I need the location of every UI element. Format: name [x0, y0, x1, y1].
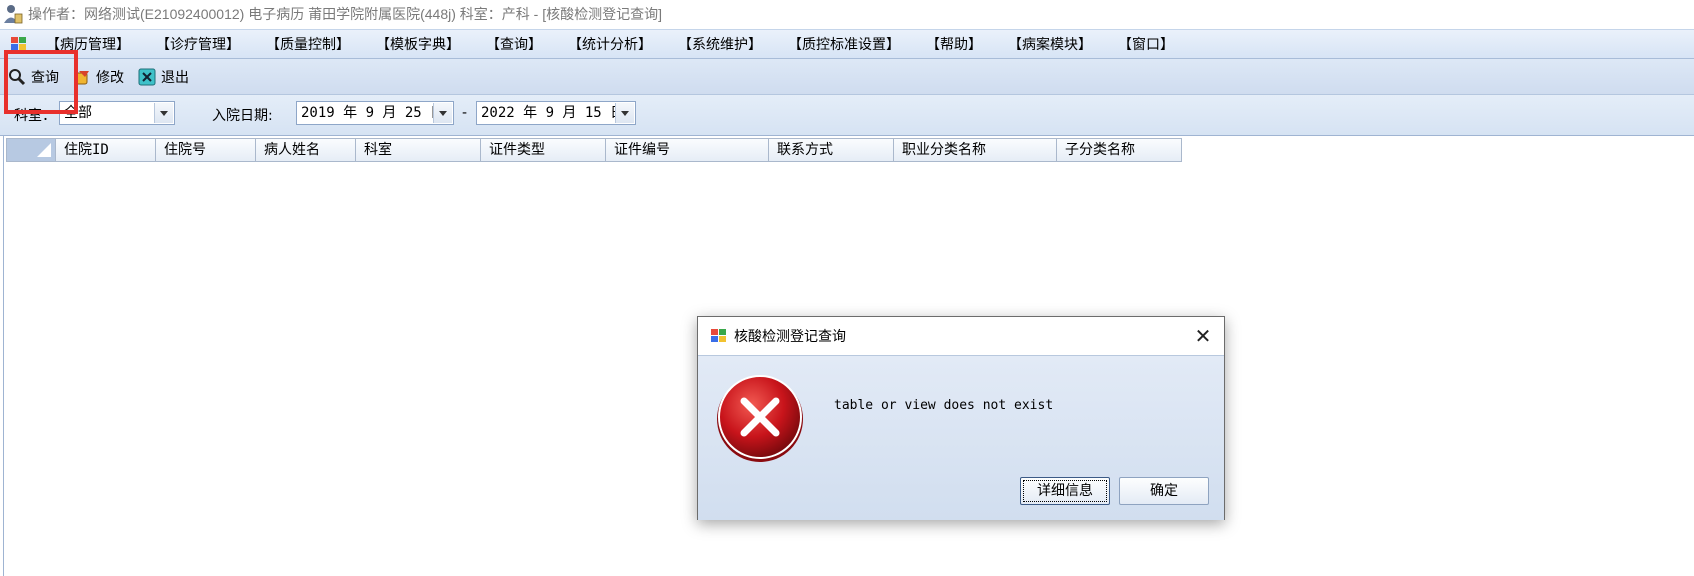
- department-value: 全部: [64, 105, 92, 121]
- column-header[interactable]: 病人姓名: [256, 138, 356, 162]
- error-message: table or view does not exist: [834, 398, 1054, 413]
- menu-diagnosis[interactable]: 【诊疗管理】: [144, 34, 254, 54]
- magnifier-icon: [8, 68, 26, 86]
- menu-query[interactable]: 【查询】: [474, 34, 556, 54]
- windows-logo-icon[interactable]: [10, 35, 28, 53]
- menu-medical-records[interactable]: 【病历管理】: [34, 34, 144, 54]
- exit-button[interactable]: 退出: [138, 67, 189, 87]
- dialog-title: 核酸检测登记查询: [734, 329, 846, 345]
- error-dialog: 核酸检测登记查询 ✕ table or view does not exist …: [697, 316, 1225, 520]
- error-icon: [714, 372, 806, 464]
- chevron-down-icon[interactable]: [433, 103, 452, 123]
- date-from-value: 2019 年 9 月 25 日: [301, 105, 445, 121]
- grid-header: 住院ID 住院号 病人姓名 科室 证件类型 证件编号 联系方式 职业分类名称 子…: [6, 138, 1182, 162]
- date-to-value: 2022 年 9 月 15 日: [481, 105, 625, 121]
- toolbar: 查询 修改 退出: [0, 59, 1694, 95]
- filter-bar: 科室： 全部 入院日期: 2019 年 9 月 25 日 - 2022 年 9 …: [0, 95, 1694, 136]
- window-title: 操作者：网络测试(E21092400012) 电子病历 莆田学院附属医院(448…: [28, 6, 662, 22]
- close-icon[interactable]: ✕: [1194, 326, 1212, 346]
- menu-help[interactable]: 【帮助】: [914, 34, 996, 54]
- chevron-down-icon[interactable]: [615, 103, 634, 123]
- menu-statistics[interactable]: 【统计分析】: [556, 34, 666, 54]
- window-title-bar: 操作者：网络测试(E21092400012) 电子病历 莆田学院附属医院(448…: [0, 0, 1694, 28]
- details-button[interactable]: 详细信息: [1020, 477, 1110, 505]
- column-header[interactable]: 证件编号: [606, 138, 769, 162]
- column-header[interactable]: 住院ID: [56, 138, 156, 162]
- column-header[interactable]: 科室: [356, 138, 481, 162]
- edit-button[interactable]: 修改: [73, 67, 124, 87]
- column-header[interactable]: 证件类型: [481, 138, 606, 162]
- column-header[interactable]: 联系方式: [769, 138, 894, 162]
- query-button-label: 查询: [31, 69, 59, 86]
- select-all-cell[interactable]: [6, 138, 56, 162]
- menu-window[interactable]: 【窗口】: [1106, 34, 1188, 54]
- admission-date-label: 入院日期:: [212, 108, 273, 124]
- menu-templates[interactable]: 【模板字典】: [364, 34, 474, 54]
- column-header[interactable]: 住院号: [156, 138, 256, 162]
- column-header[interactable]: 子分类名称: [1057, 138, 1182, 162]
- menu-qc-standards[interactable]: 【质控标准设置】: [776, 34, 914, 54]
- department-label: 科室：: [14, 108, 56, 124]
- ok-button[interactable]: 确定: [1119, 477, 1209, 505]
- windows-logo-icon: [710, 327, 728, 345]
- edit-icon: [73, 68, 91, 86]
- date-from-picker[interactable]: 2019 年 9 月 25 日: [296, 101, 454, 125]
- edit-button-label: 修改: [96, 69, 124, 86]
- department-select[interactable]: 全部: [59, 101, 175, 125]
- app-doctor-icon: [2, 3, 24, 25]
- date-to-picker[interactable]: 2022 年 9 月 15 日: [476, 101, 636, 125]
- exit-button-label: 退出: [161, 69, 189, 86]
- date-separator: -: [462, 105, 468, 121]
- exit-icon: [138, 68, 156, 86]
- dialog-body: table or view does not exist 详细信息 确定: [698, 355, 1224, 520]
- menu-case-module[interactable]: 【病案模块】: [996, 34, 1106, 54]
- menu-bar: 【病历管理】 【诊疗管理】 【质量控制】 【模板字典】 【查询】 【统计分析】 …: [0, 29, 1694, 59]
- menu-system-maintenance[interactable]: 【系统维护】: [666, 34, 776, 54]
- chevron-down-icon[interactable]: [154, 103, 173, 123]
- dialog-title-bar[interactable]: 核酸检测登记查询 ✕: [698, 317, 1224, 355]
- column-header[interactable]: 职业分类名称: [894, 138, 1057, 162]
- query-button[interactable]: 查询: [8, 67, 59, 87]
- menu-quality-control[interactable]: 【质量控制】: [254, 34, 364, 54]
